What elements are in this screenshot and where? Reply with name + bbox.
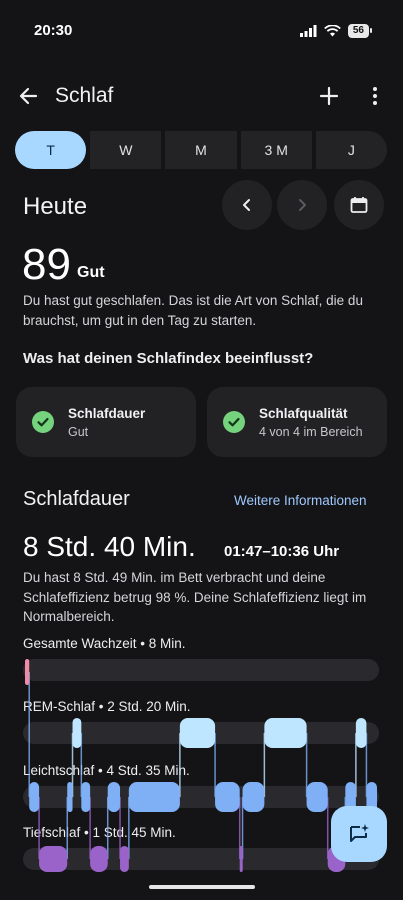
hypnogram-segment bbox=[29, 782, 40, 812]
hypnogram bbox=[25, 659, 377, 872]
hypnogram-segment bbox=[81, 782, 91, 812]
hypnogram-segment bbox=[179, 718, 216, 748]
home-indicator bbox=[149, 885, 255, 889]
sparkle-chat-icon bbox=[350, 824, 369, 842]
hypnogram-segment bbox=[306, 782, 328, 812]
hypnogram-segment bbox=[215, 782, 240, 812]
hypnogram-segment bbox=[355, 718, 367, 748]
hypnogram-segment bbox=[72, 718, 82, 748]
hypnogram-segment bbox=[120, 846, 129, 872]
hypnogram-segment bbox=[67, 782, 73, 812]
hypnogram-segment bbox=[25, 659, 30, 685]
assistant-button[interactable] bbox=[331, 806, 387, 862]
hypnogram-segment bbox=[39, 846, 68, 872]
hypnogram-segment bbox=[239, 846, 243, 872]
hypnogram-segment bbox=[128, 782, 180, 812]
hypnogram-segment bbox=[90, 846, 108, 872]
hypnogram-segment bbox=[242, 782, 265, 812]
hypnogram-segment bbox=[107, 782, 121, 812]
hypnogram-segment bbox=[264, 718, 307, 748]
